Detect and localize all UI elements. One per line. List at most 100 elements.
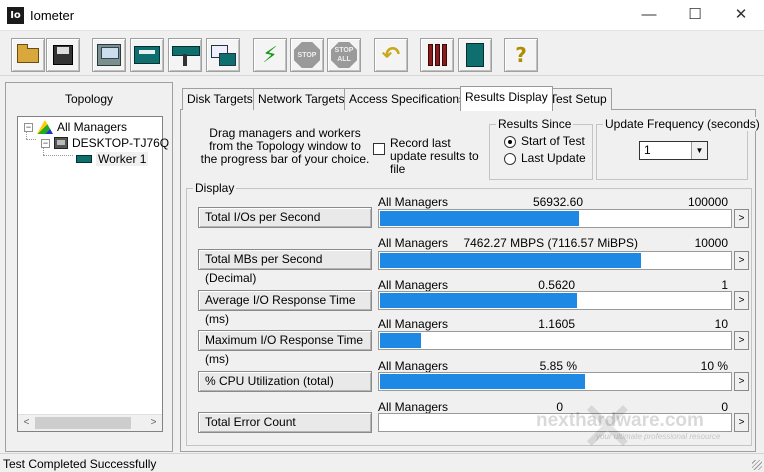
metric-button-max-response[interactable]: Maximum I/O Response Time (ms): [198, 330, 372, 366]
metric-button-total-mbs[interactable]: Total MBs per Second (Decimal): [198, 249, 372, 285]
metric-bar-fill: [380, 333, 421, 348]
metric-value: 7462.27 MBPS (7116.57 MiBPS): [463, 236, 638, 250]
green-flag-icon: ⚡: [262, 42, 278, 68]
metric-button-total-ios[interactable]: Total I/Os per Second: [198, 207, 372, 228]
metric-bar: [378, 251, 732, 270]
resize-grip-icon[interactable]: [752, 460, 762, 470]
tree-item-manager[interactable]: − DESKTOP-TJ76Q: [41, 136, 169, 150]
help-icon: ?: [515, 43, 527, 67]
status-bar: Test Completed Successfully: [0, 453, 764, 472]
update-frequency-title: Update Frequency (seconds): [603, 117, 762, 131]
stop-all-sign-icon: STOP ALL: [331, 42, 357, 68]
record-results-label: Record last update results to file: [390, 136, 479, 176]
disconnect-workers-button[interactable]: [420, 38, 454, 72]
open-config-button[interactable]: [11, 38, 45, 72]
metric-bar: [378, 372, 732, 391]
scroll-right-icon[interactable]: >: [145, 415, 162, 431]
metric-more-button[interactable]: >: [734, 209, 749, 228]
exit-door-icon: [466, 43, 484, 67]
metric-bar-fill: [380, 211, 580, 226]
metric-bar-fill: [380, 293, 577, 308]
radio-label-start-of-test: Start of Test: [521, 134, 585, 148]
collapse-icon[interactable]: −: [24, 122, 33, 132]
record-results-checkbox[interactable]: [373, 143, 385, 155]
save-config-button[interactable]: [46, 38, 80, 72]
open-folder-icon: [17, 43, 39, 63]
tree-item-all-managers[interactable]: − All Managers: [24, 120, 127, 134]
title-bar: Io Iometer — ☐ ✕: [0, 0, 764, 31]
tab-test-setup[interactable]: Test Setup: [545, 88, 612, 110]
stop-test-button[interactable]: STOP: [290, 38, 324, 72]
metric-more-button[interactable]: >: [734, 291, 749, 310]
tab-access-specifications[interactable]: Access Specifications: [344, 88, 471, 110]
maximize-button[interactable]: ☐: [672, 0, 718, 30]
topology-title: Topology: [64, 92, 114, 106]
metric-more-button[interactable]: >: [734, 331, 749, 350]
tree-label-worker: Worker 1: [96, 152, 149, 166]
metric-bar: [378, 331, 732, 350]
metric-more-button[interactable]: >: [734, 372, 749, 391]
metric-bar: [378, 413, 732, 432]
metric-bar-fill: [380, 253, 642, 268]
tree-label-manager: DESKTOP-TJ76Q: [72, 136, 170, 150]
collapse-icon[interactable]: −: [41, 138, 50, 148]
status-text: Test Completed Successfully: [3, 457, 157, 471]
stop-sign-icon: STOP: [294, 42, 320, 68]
start-network-worker-button[interactable]: [168, 38, 202, 72]
tree-label-all-managers: All Managers: [57, 120, 128, 134]
window-title: Iometer: [30, 8, 75, 23]
worker-icon: [76, 155, 92, 163]
close-button[interactable]: ✕: [718, 0, 764, 30]
stop-all-button[interactable]: STOP ALL: [327, 38, 361, 72]
all-managers-icon: [37, 120, 53, 134]
chevron-down-icon[interactable]: ▼: [691, 142, 707, 159]
metric-more-button[interactable]: >: [734, 251, 749, 270]
toolbar: ⚡ STOP STOP ALL ↶ ?: [0, 32, 764, 76]
metric-button-cpu-utilization[interactable]: % CPU Utilization (total): [198, 371, 372, 392]
metric-more-button[interactable]: >: [734, 413, 749, 432]
update-frequency-value: 1: [644, 143, 651, 157]
tab-results-display[interactable]: Results Display: [460, 86, 553, 111]
duplicate-worker-button[interactable]: [206, 38, 240, 72]
start-disk-worker-button[interactable]: [130, 38, 164, 72]
computer-icon: [97, 44, 121, 66]
drag-instruction: Drag managers and workers from the Topol…: [200, 126, 370, 166]
metric-bar: [378, 291, 732, 310]
results-since-title: Results Since: [496, 117, 574, 131]
metric-bar: [378, 209, 732, 228]
iometer-app-icon: Io: [7, 7, 24, 24]
minimize-button[interactable]: —: [626, 0, 672, 30]
metric-button-error-count[interactable]: Total Error Count: [198, 412, 372, 433]
radio-label-last-update: Last Update: [521, 151, 586, 165]
duplicate-worker-icon: [211, 45, 236, 66]
tree-horizontal-scrollbar[interactable]: < >: [18, 414, 162, 431]
scroll-left-icon[interactable]: <: [18, 415, 35, 431]
start-manager-button[interactable]: [92, 38, 126, 72]
help-button[interactable]: ?: [504, 38, 538, 72]
metric-bar-fill: [380, 374, 585, 389]
tab-disk-targets[interactable]: Disk Targets: [182, 88, 258, 110]
reset-arrow-icon: ↶: [381, 42, 401, 68]
tree-item-worker-1[interactable]: Worker 1: [76, 152, 149, 166]
tab-network-targets[interactable]: Network Targets: [253, 88, 350, 110]
results-since-group: Results Since Start of Test Last Update: [489, 117, 593, 180]
start-tests-button[interactable]: ⚡: [253, 38, 287, 72]
metric-source: All Managers: [378, 195, 449, 209]
update-frequency-select[interactable]: 1 ▼: [639, 141, 708, 160]
topology-panel: Topology − All Managers − DESKTOP-TJ76Q …: [5, 82, 173, 452]
topology-tree[interactable]: − All Managers − DESKTOP-TJ76Q Worker 1 …: [17, 116, 169, 432]
display-title: Display: [193, 181, 237, 195]
metric-value: 56932.60: [532, 195, 583, 209]
metric-button-avg-response[interactable]: Average I/O Response Time (ms): [198, 290, 372, 326]
exit-button[interactable]: [458, 38, 492, 72]
metric-source: All Managers: [378, 236, 449, 250]
metric-source: All Managers: [378, 317, 449, 331]
metric-max: 10000: [694, 236, 728, 250]
network-worker-icon: [172, 44, 200, 66]
metric-max: 10: [714, 317, 728, 331]
scroll-thumb[interactable]: [35, 417, 131, 429]
radio-start-of-test[interactable]: [504, 136, 516, 148]
reset-workers-button[interactable]: ↶: [374, 38, 408, 72]
metric-max: 100000: [687, 195, 728, 209]
radio-last-update[interactable]: [504, 153, 516, 165]
